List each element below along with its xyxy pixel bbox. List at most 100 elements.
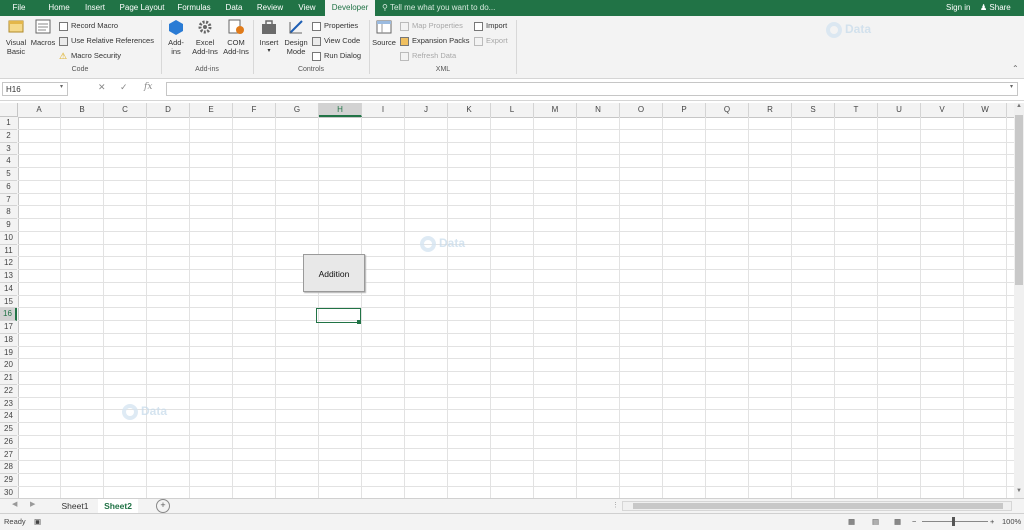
column-header[interactable]: C	[104, 103, 147, 117]
column-header[interactable]: U	[878, 103, 921, 117]
row-header[interactable]: 28	[0, 461, 17, 474]
row-header[interactable]: 26	[0, 436, 17, 449]
import-button[interactable]: Import	[474, 20, 507, 31]
row-header[interactable]: 27	[0, 449, 17, 462]
column-header[interactable]: N	[577, 103, 620, 117]
row-header[interactable]: 19	[0, 347, 17, 360]
tab-data[interactable]: Data	[220, 0, 248, 16]
tab-file[interactable]: File	[4, 0, 34, 16]
column-header[interactable]: M	[534, 103, 577, 117]
column-header[interactable]: O	[620, 103, 663, 117]
zoom-slider[interactable]	[922, 521, 988, 522]
tab-split-handle[interactable]: ⋮	[612, 501, 619, 509]
zoom-slider-thumb[interactable]	[952, 517, 955, 526]
row-header[interactable]: 12	[0, 257, 17, 270]
excel-add-ins-button[interactable]: Excel Add-Ins	[190, 18, 220, 56]
properties-button[interactable]: Properties	[312, 20, 358, 31]
visual-basic-button[interactable]: Visual Basic	[3, 18, 29, 56]
row-header[interactable]: 21	[0, 372, 17, 385]
use-relative-references-button[interactable]: Use Relative References	[59, 35, 154, 46]
fill-handle[interactable]	[357, 320, 361, 324]
row-header[interactable]: 24	[0, 410, 17, 423]
design-mode-button[interactable]: Design Mode	[283, 18, 309, 56]
column-header[interactable]: S	[792, 103, 835, 117]
scroll-down-icon[interactable]: ▼	[1016, 488, 1022, 494]
name-box-dropdown-icon[interactable]: ▾	[60, 83, 63, 90]
column-header[interactable]: I	[362, 103, 405, 117]
row-header[interactable]: 22	[0, 385, 17, 398]
zoom-in-icon[interactable]: +	[990, 514, 994, 530]
row-header[interactable]: 18	[0, 334, 17, 347]
row-header[interactable]: 15	[0, 296, 17, 309]
column-header[interactable]: B	[61, 103, 104, 117]
row-header[interactable]: 7	[0, 194, 17, 207]
row-header[interactable]: 9	[0, 219, 17, 232]
cell-area[interactable]	[18, 117, 1014, 498]
vertical-scroll-thumb[interactable]	[1015, 115, 1023, 285]
column-header[interactable]: P	[663, 103, 706, 117]
row-header[interactable]: 20	[0, 359, 17, 372]
row-header[interactable]: 5	[0, 168, 17, 181]
column-header[interactable]: Q	[706, 103, 749, 117]
row-header[interactable]: 16	[0, 308, 17, 321]
run-dialog-button[interactable]: Run Dialog	[312, 50, 361, 61]
vertical-scrollbar[interactable]: ▲ ▼	[1014, 103, 1024, 498]
enter-icon[interactable]: ✓	[120, 82, 128, 93]
record-macro-button[interactable]: Record Macro	[59, 20, 118, 31]
column-header[interactable]: T	[835, 103, 878, 117]
row-header[interactable]: 30	[0, 487, 17, 498]
sign-in-link[interactable]: Sign in	[946, 0, 970, 16]
tab-page-layout[interactable]: Page Layout	[116, 0, 168, 16]
normal-view-icon[interactable]: ▦	[848, 514, 855, 530]
zoom-level[interactable]: 100%	[1002, 514, 1021, 530]
row-header[interactable]: 10	[0, 232, 17, 245]
select-all-corner[interactable]	[0, 103, 18, 117]
tab-home[interactable]: Home	[42, 0, 76, 16]
new-sheet-button[interactable]: +	[156, 499, 170, 513]
column-header[interactable]: F	[233, 103, 276, 117]
horizontal-scrollbar[interactable]	[622, 501, 1012, 511]
page-layout-view-icon[interactable]: ▤	[872, 514, 879, 530]
collapse-ribbon-icon[interactable]: ⌃	[1012, 64, 1019, 73]
row-header[interactable]: 8	[0, 206, 17, 219]
column-header[interactable]: D	[147, 103, 190, 117]
insert-control-button[interactable]: Insert ▾	[256, 18, 282, 56]
row-header[interactable]: 14	[0, 283, 17, 296]
column-header[interactable]: W	[964, 103, 1007, 117]
cancel-icon[interactable]: ✕	[98, 82, 106, 93]
share-button[interactable]: ♟ Share	[980, 0, 1011, 16]
source-button[interactable]: Source	[371, 18, 397, 47]
column-header[interactable]: R	[749, 103, 792, 117]
column-header[interactable]: L	[491, 103, 534, 117]
macro-security-button[interactable]: ⚠ Macro Security	[59, 50, 121, 61]
insert-function-icon[interactable]: fx	[144, 82, 152, 92]
macro-recording-icon[interactable]: ▣	[34, 514, 41, 530]
column-header[interactable]: A	[18, 103, 61, 117]
view-code-button[interactable]: View Code	[312, 35, 360, 46]
column-header[interactable]: K	[448, 103, 491, 117]
scroll-up-icon[interactable]: ▲	[1016, 103, 1022, 109]
tab-developer[interactable]: Developer	[325, 0, 375, 16]
row-header[interactable]: 13	[0, 270, 17, 283]
tab-view[interactable]: View	[292, 0, 322, 16]
column-header[interactable]: E	[190, 103, 233, 117]
tab-insert[interactable]: Insert	[78, 0, 112, 16]
horizontal-scroll-thumb[interactable]	[633, 503, 1003, 509]
export-button[interactable]: Export	[474, 35, 508, 46]
add-ins-button[interactable]: Add-ins	[164, 18, 188, 56]
row-header[interactable]: 29	[0, 474, 17, 487]
addition-form-button[interactable]: Addition	[303, 254, 365, 292]
name-box[interactable]: H16	[2, 82, 68, 96]
row-header[interactable]: 17	[0, 321, 17, 334]
page-break-view-icon[interactable]: ▦	[894, 514, 901, 530]
formula-input[interactable]	[166, 82, 1018, 96]
row-header[interactable]: 3	[0, 143, 17, 156]
zoom-out-icon[interactable]: −	[912, 514, 916, 530]
expand-formula-icon[interactable]: ▾	[1010, 83, 1013, 90]
tab-review[interactable]: Review	[252, 0, 288, 16]
column-header[interactable]: J	[405, 103, 448, 117]
row-header[interactable]: 1	[0, 117, 17, 130]
row-header[interactable]: 11	[0, 245, 17, 258]
column-header[interactable]: G	[276, 103, 319, 117]
row-header[interactable]: 4	[0, 155, 17, 168]
